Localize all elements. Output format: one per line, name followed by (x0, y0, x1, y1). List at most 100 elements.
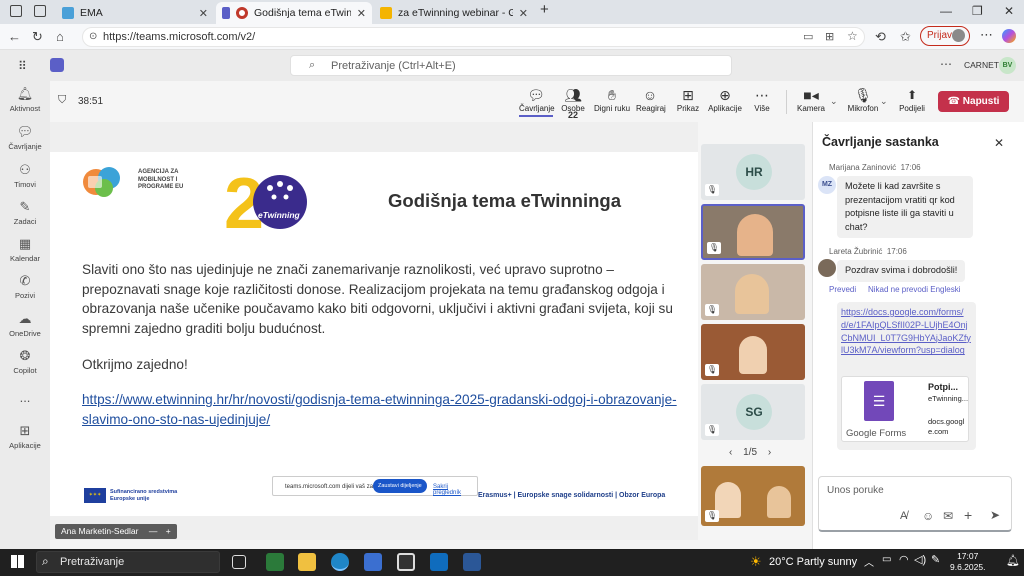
minimize-icon[interactable]: — (940, 4, 952, 18)
never-translate-link[interactable]: Nikad ne prevodi Engleski (868, 285, 961, 294)
leave-button[interactable]: ☎ Napusti (938, 91, 1009, 112)
video-tile[interactable]: 🎙︎ (701, 264, 805, 320)
card-title: Potpi... (928, 382, 958, 392)
rail-item-chat[interactable]: 💬︎ Čavrljanje (0, 124, 50, 151)
tool-chat[interactable]: 💬︎ Čavrljanje (519, 86, 555, 117)
refresh-icon[interactable]: ↻ (32, 29, 43, 45)
store-icon[interactable] (364, 553, 382, 571)
tool-raise-hand[interactable]: ✋︎ Digni ruku (594, 86, 630, 113)
user-avatar[interactable]: BV (999, 57, 1016, 74)
slide-cta: Otkrijmo zajedno! (82, 357, 188, 372)
rail-item-onedrive[interactable]: ☁ OneDrive (0, 311, 50, 338)
tool-apps[interactable]: ⊕ Aplikacije (708, 86, 742, 113)
chevron-right-icon[interactable]: › (768, 447, 771, 458)
url-field[interactable]: ⊙ https://teams.microsoft.com/v2/ ▭ ⊞ ☆ (82, 27, 865, 47)
close-window-icon[interactable]: ✕ (1004, 4, 1014, 18)
outlook-icon[interactable] (430, 553, 448, 571)
close-icon[interactable]: ✕ (357, 7, 366, 20)
new-tab-icon[interactable]: + (540, 1, 549, 18)
favorite-star-icon[interactable]: ☆ (847, 29, 858, 43)
link-preview-card[interactable]: ☰ Google Forms Potpi... eTwinning... doc… (841, 376, 969, 442)
etwinning-logo-text: eTwinning (258, 210, 300, 220)
minus-icon[interactable]: — (149, 526, 158, 536)
task-view-icon[interactable] (232, 555, 246, 569)
file-explorer-icon[interactable] (298, 553, 316, 571)
workspaces-icon[interactable] (10, 5, 22, 17)
plus-icon[interactable]: + (166, 526, 171, 536)
send-icon[interactable]: ➤ (990, 508, 1000, 522)
notifications-icon[interactable]: 🔔︎ (1006, 554, 1020, 567)
wifi-icon[interactable]: ◠ (899, 553, 909, 566)
more-icon[interactable]: ⋯ (980, 27, 993, 43)
tasks-icon: ✎ (19, 199, 31, 214)
rail-item-copilot[interactable]: ❂ Copilot (0, 348, 50, 375)
tray-chevron-icon[interactable]: ︿ (864, 554, 874, 569)
tab-actions-icon[interactable] (34, 5, 46, 17)
video-tile[interactable]: SG 🎙︎ (701, 384, 805, 440)
chevron-left-icon[interactable]: ‹ (729, 447, 732, 458)
slide-link[interactable]: https://www.etwinning.hr/hr/novosti/godi… (82, 390, 682, 429)
format-icon[interactable]: A̸ (900, 510, 907, 522)
rail-item-more[interactable]: ... (0, 390, 50, 407)
chat-icon: 💬︎ (16, 124, 34, 139)
emoji-icon[interactable]: ☺ (922, 509, 934, 523)
copilot-icon[interactable] (1002, 29, 1016, 43)
chat-message: Pozdrav svima i dobrodošli! (837, 260, 966, 282)
tool-people[interactable]: 👥︎22 Osobe (560, 86, 586, 120)
self-video-tile[interactable]: 🎙︎ (701, 466, 805, 526)
search-input[interactable]: ⌕ Pretraživanje (Ctrl+Alt+E) (290, 55, 732, 76)
tool-microphone[interactable]: 🎙︎ Mikrofon (846, 86, 880, 113)
photos-icon[interactable] (266, 553, 284, 571)
restore-icon[interactable]: ❐ (972, 4, 983, 18)
sticker-icon[interactable]: ✉ (943, 509, 953, 523)
forms-link[interactable]: https://docs.google.com/forms/d/e/1FAIpQ… (841, 306, 971, 357)
tool-share[interactable]: ⬆ Podijeli (898, 86, 926, 113)
tab-google-docs[interactable]: za eTwinning webinar - Google p ✕ (374, 2, 534, 24)
rail-item-calls[interactable]: ✆ Pozivi (0, 273, 50, 300)
word-icon[interactable] (463, 553, 481, 571)
edge-icon[interactable] (331, 553, 349, 571)
rail-item-tasks[interactable]: ✎ Zadaci (0, 199, 50, 226)
favorites-icon[interactable]: ✩ (900, 29, 911, 45)
video-tile[interactable]: HR 🎙︎ (701, 144, 805, 200)
home-icon[interactable]: ⌂ (56, 29, 64, 44)
video-tile[interactable]: 🎙︎ (701, 204, 805, 260)
rail-item-apps[interactable]: ⊞ Aplikacije (0, 423, 50, 450)
tool-react[interactable]: ☺ Reagiraj (636, 86, 666, 113)
rail-label: Copilot (13, 366, 37, 375)
start-icon[interactable] (11, 555, 24, 568)
taskbar-clock[interactable]: 17:07 9.6.2025. (950, 551, 985, 573)
site-info-icon[interactable]: ⊙ (89, 31, 97, 42)
extensions-icon[interactable]: ⟲ (875, 29, 886, 45)
app-available-icon[interactable]: ⊞ (825, 30, 834, 43)
close-icon[interactable]: ✕ (199, 7, 208, 20)
network-icon[interactable]: ▭ (882, 554, 891, 565)
close-icon[interactable]: ✕ (519, 7, 528, 20)
app-launcher-icon[interactable]: ⠿ (18, 59, 27, 73)
tool-view[interactable]: ⊞ Prikaz (676, 86, 700, 113)
rail-item-activity[interactable]: 🔔︎ Aktivnost (0, 86, 50, 113)
volume-icon[interactable]: ◁) (914, 553, 926, 566)
stop-sharing-button[interactable]: Zaustavi dijeljenje (373, 479, 427, 493)
tool-more[interactable]: ⋯ Više (752, 86, 772, 113)
translate-link[interactable]: Prevedi (829, 285, 856, 294)
cast-icon[interactable]: ▭ (803, 30, 813, 43)
pen-icon[interactable]: ✎ (931, 553, 940, 566)
tab-teams[interactable]: Godišnja tema eTwinninga k ✕ (216, 2, 372, 24)
hide-bar-link[interactable]: Sakrij pregledník (433, 484, 477, 496)
more-icon[interactable]: ⋯ (940, 57, 952, 71)
video-tile[interactable]: 🎙︎ (701, 324, 805, 380)
plus-icon[interactable]: + (964, 507, 972, 523)
bell-icon: 🔔︎ (16, 86, 34, 101)
close-icon[interactable]: ✕ (994, 136, 1004, 150)
tab-ema[interactable]: EMA ✕ (56, 2, 214, 24)
tool-camera[interactable]: ■◂ Kamera (796, 86, 826, 113)
search-placeholder: Pretraživanje (Ctrl+Alt+E) (331, 60, 456, 72)
rail-item-calendar[interactable]: ▦ Kalendar (0, 236, 50, 263)
signin-button[interactable]: Prijava (920, 26, 970, 46)
chevron-down-icon[interactable]: ⌄ (830, 96, 838, 107)
back-icon[interactable]: ← (8, 29, 21, 44)
chevron-down-icon[interactable]: ⌄ (880, 96, 888, 107)
rail-item-teams[interactable]: ⚇ Timovi (0, 162, 50, 189)
minecraft-icon[interactable] (397, 553, 415, 571)
